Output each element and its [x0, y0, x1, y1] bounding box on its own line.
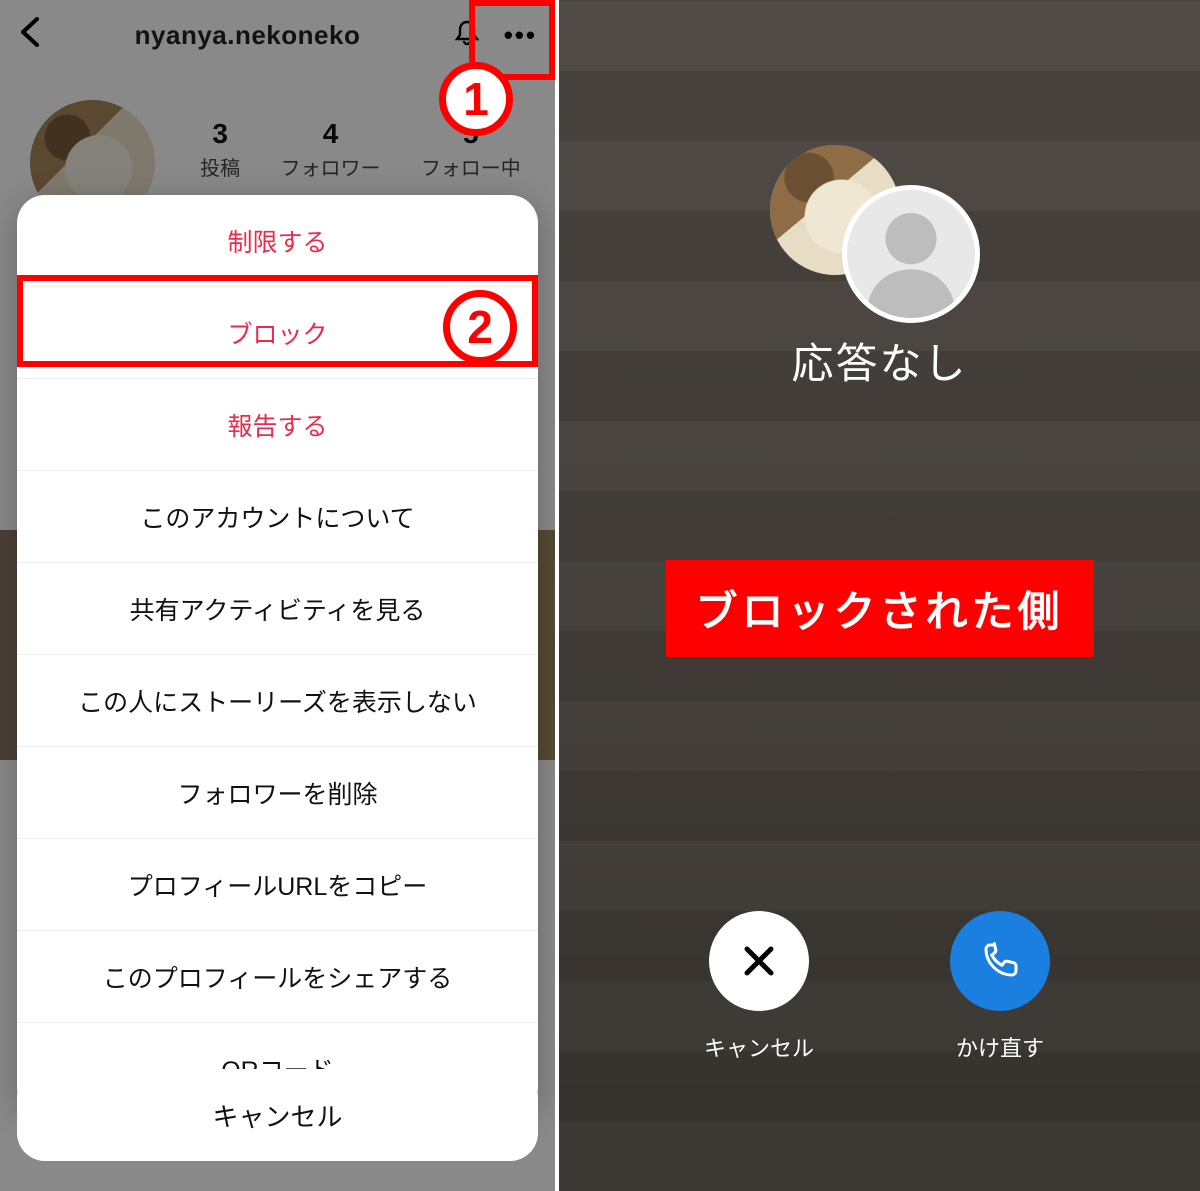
annotation-badge-2: 2 [443, 290, 517, 364]
sheet-report[interactable]: 報告する [17, 379, 538, 471]
call-cancel-label: キャンセル [669, 1031, 849, 1063]
call-redial-button[interactable] [950, 911, 1050, 1011]
call-redial-label: かけ直す [910, 1031, 1090, 1063]
close-icon [738, 940, 780, 982]
call-cancel-button[interactable] [709, 911, 809, 1011]
annotation-banner: ブロックされた側 [665, 560, 1093, 657]
sheet-cancel-button[interactable]: キャンセル [17, 1069, 538, 1161]
sheet-share-profile[interactable]: このプロフィールをシェアする [17, 931, 538, 1023]
sheet-hide-story[interactable]: この人にストーリーズを表示しない [17, 655, 538, 747]
call-avatar-stack [770, 145, 990, 325]
sheet-copy-url[interactable]: プロフィールURLをコピー [17, 839, 538, 931]
sheet-remove-follower[interactable]: フォロワーを削除 [17, 747, 538, 839]
right-phone: 応答なし ブロックされた側 キャンセル かけ直す [559, 0, 1200, 1191]
call-status-text: 応答なし [559, 330, 1200, 391]
callee-avatar-placeholder [842, 185, 980, 323]
sheet-about-account[interactable]: このアカウントについて [17, 471, 538, 563]
left-phone: nyanya.nekoneko ••• 3 投稿 4 フォロワー 5 フォロー中 [0, 0, 555, 1191]
sheet-restrict[interactable]: 制限する [17, 195, 538, 287]
phone-icon [976, 937, 1024, 985]
annotation-badge-1: 1 [439, 62, 513, 136]
sheet-shared-activity[interactable]: 共有アクティビティを見る [17, 563, 538, 655]
